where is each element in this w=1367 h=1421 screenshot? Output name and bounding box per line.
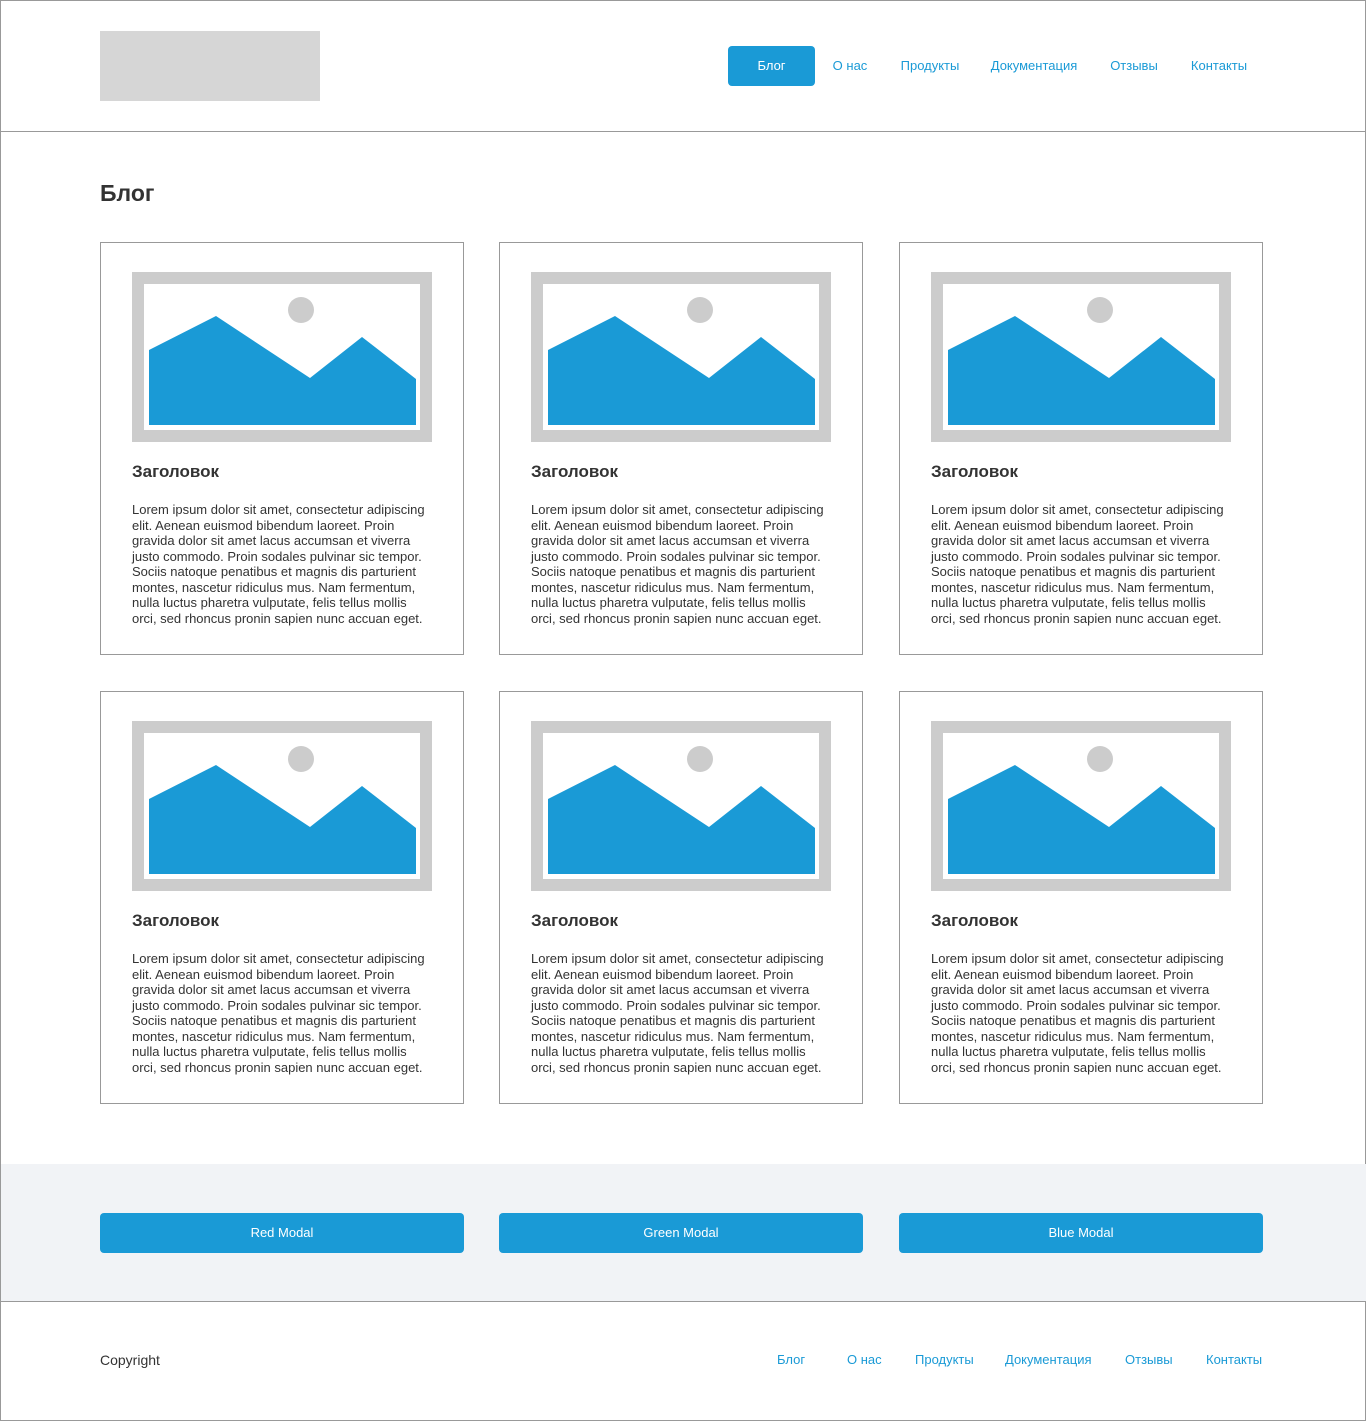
blog-card[interactable]: Заголовок Lorem ipsum dolor sit amet, con… xyxy=(899,691,1263,1104)
nav-item-docs[interactable]: Документация xyxy=(984,46,1084,86)
page-title: Блог xyxy=(100,180,155,206)
red-modal-button[interactable]: Red Modal xyxy=(100,1213,464,1253)
card-title: Заголовок xyxy=(531,911,619,930)
card-title: Заголовок xyxy=(531,462,619,481)
image-placeholder-icon xyxy=(931,272,1231,442)
site-header: Блог О нас Продукты Документация Отзывы … xyxy=(0,0,1366,132)
card-text: Lorem ipsum dolor sit amet, consectetur … xyxy=(931,502,1224,626)
blog-card[interactable]: Заголовок Lorem ipsum dolor sit amet, con… xyxy=(499,242,863,655)
main-nav: Блог О нас Продукты Документация Отзывы … xyxy=(0,46,1366,86)
blog-card[interactable]: Заголовок Lorem ipsum dolor sit amet, con… xyxy=(899,242,1263,655)
footer-nav-about[interactable]: О нас xyxy=(847,1352,882,1367)
card-title: Заголовок xyxy=(931,911,1019,930)
card-text: Lorem ipsum dolor sit amet, consectetur … xyxy=(931,951,1224,1075)
nav-item-contacts[interactable]: Контакты xyxy=(1184,46,1254,86)
blog-card[interactable]: Заголовок Lorem ipsum dolor sit amet, con… xyxy=(499,691,863,1104)
footer-nav-contacts[interactable]: Контакты xyxy=(1206,1352,1262,1367)
card-text: Lorem ipsum dolor sit amet, consectetur … xyxy=(531,502,824,626)
card-text: Lorem ipsum dolor sit amet, consectetur … xyxy=(132,502,425,626)
image-placeholder-icon xyxy=(531,272,831,442)
card-title: Заголовок xyxy=(132,462,220,481)
footer-nav-reviews[interactable]: Отзывы xyxy=(1125,1352,1173,1367)
nav-item-blog[interactable]: Блог xyxy=(728,46,815,86)
nav-item-products[interactable]: Продукты xyxy=(893,46,967,86)
blog-card[interactable]: Заголовок Lorem ipsum dolor sit amet, con… xyxy=(100,242,464,655)
blog-card[interactable]: Заголовок Lorem ipsum dolor sit amet, con… xyxy=(100,691,464,1104)
image-placeholder-icon xyxy=(531,721,831,891)
footer-nav-blog[interactable]: Блог xyxy=(777,1352,805,1367)
footer-nav-docs[interactable]: Документация xyxy=(1005,1352,1092,1367)
blue-modal-button[interactable]: Blue Modal xyxy=(899,1213,1263,1253)
card-text: Lorem ipsum dolor sit amet, consectetur … xyxy=(531,951,824,1075)
green-modal-button[interactable]: Green Modal xyxy=(499,1213,863,1253)
card-text: Lorem ipsum dolor sit amet, consectetur … xyxy=(132,951,425,1075)
footer-nav-products[interactable]: Продукты xyxy=(915,1352,974,1367)
card-title: Заголовок xyxy=(931,462,1019,481)
nav-item-about[interactable]: О нас xyxy=(825,46,875,86)
image-placeholder-icon xyxy=(931,721,1231,891)
image-placeholder-icon xyxy=(132,272,432,442)
nav-item-reviews[interactable]: Отзывы xyxy=(1104,46,1164,86)
image-placeholder-icon xyxy=(132,721,432,891)
card-title: Заголовок xyxy=(132,911,220,930)
copyright-text: Copyright xyxy=(100,1352,160,1368)
